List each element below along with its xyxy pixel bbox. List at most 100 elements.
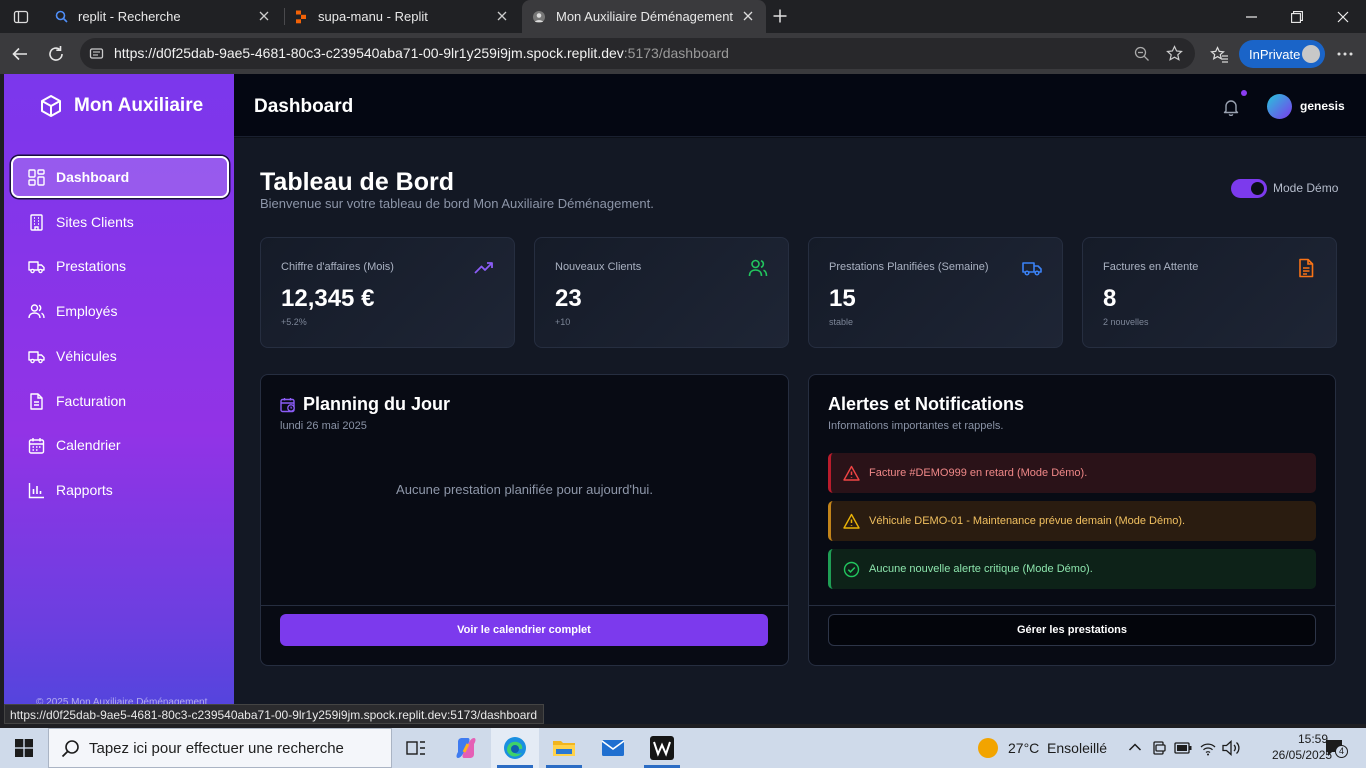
refresh-icon[interactable]: [43, 41, 69, 67]
sidebar-item-employes[interactable]: Employés: [12, 291, 229, 331]
tab-replit-search[interactable]: replit - Recherche: [42, 0, 282, 33]
top-header: Dashboard genesis: [234, 74, 1366, 137]
site-info-icon[interactable]: [89, 46, 104, 61]
tab-actions-icon[interactable]: [8, 4, 34, 30]
chevron-up-icon[interactable]: [1128, 742, 1142, 752]
url-path: :5173/dashboard: [623, 45, 729, 61]
replit-logo-icon: [294, 10, 308, 24]
weather-widget[interactable]: 27°C Ensoleillé: [978, 738, 1107, 758]
sidebar-item-label: Sites Clients: [56, 214, 134, 230]
sidebar-item-prestations[interactable]: Prestations: [12, 246, 229, 286]
stat-card-clients: Nouveaux Clients 23 +10: [534, 237, 789, 348]
minimize-icon[interactable]: [1228, 0, 1274, 33]
stat-label: Nouveaux Clients: [555, 261, 642, 273]
users-icon: [28, 303, 45, 318]
dashboard-icon: [28, 168, 45, 186]
calendar-icon: [28, 437, 45, 454]
page-title: Tableau de Bord: [260, 168, 455, 196]
alert-item-success[interactable]: Aucune nouvelle alerte critique (Mode Dé…: [828, 549, 1316, 589]
alert-text: Véhicule DEMO-01 - Maintenance prévue de…: [869, 515, 1186, 527]
mail-icon[interactable]: [589, 728, 637, 768]
new-tab-plus-icon[interactable]: [767, 3, 793, 29]
wifi-icon[interactable]: [1200, 740, 1216, 756]
warning-triangle-icon: [843, 465, 860, 481]
close-icon[interactable]: [258, 10, 270, 22]
alerts-panel: Alertes et Notifications Informations im…: [808, 374, 1336, 666]
app-window: Mon Auxiliaire Dashboard Sites Clients P…: [4, 74, 1366, 724]
back-arrow-icon[interactable]: [7, 41, 33, 67]
meet-now-icon[interactable]: [1152, 740, 1167, 756]
favorite-star-icon[interactable]: [1166, 45, 1183, 62]
truck-icon: [28, 260, 45, 273]
sidebar-item-rapports[interactable]: Rapports: [12, 470, 229, 510]
file-explorer-icon[interactable]: [540, 728, 588, 768]
alert-item-error[interactable]: Facture #DEMO999 en retard (Mode Démo).: [828, 453, 1316, 493]
users-icon: [748, 259, 768, 277]
search-placeholder: Tapez ici pour effectuer une recherche: [89, 739, 344, 757]
sidebar-item-vehicules[interactable]: Véhicules: [12, 336, 229, 376]
check-circle-icon: [843, 561, 860, 578]
manage-prestations-button[interactable]: Gérer les prestations: [828, 614, 1316, 646]
restore-icon[interactable]: [1274, 0, 1320, 33]
battery-icon[interactable]: [1174, 742, 1192, 754]
tab-mon-auxiliaire[interactable]: Mon Auxiliaire Déménagement: [522, 0, 766, 33]
windows-start-icon[interactable]: [0, 728, 48, 768]
sidebar-item-sites-clients[interactable]: Sites Clients: [12, 202, 229, 242]
browser-tab-strip: replit - Recherche supa-manu - Replit Mo…: [0, 0, 1366, 33]
calendar-clock-icon: [280, 397, 295, 412]
tab-title: replit - Recherche: [78, 9, 181, 24]
sidebar-item-dashboard[interactable]: Dashboard: [11, 156, 229, 198]
truck-icon: [1022, 262, 1042, 276]
app-w-icon[interactable]: [638, 728, 686, 768]
close-window-icon[interactable]: [1320, 0, 1366, 33]
truck-icon: [28, 350, 45, 363]
bar-chart-icon: [28, 482, 44, 498]
taskbar-clock[interactable]: 15:59 26/05/2025: [1272, 731, 1332, 763]
notification-dot: [1241, 90, 1247, 96]
close-icon[interactable]: [742, 10, 754, 22]
app-favicon-icon: [532, 10, 546, 24]
favorites-icon[interactable]: [1206, 41, 1232, 67]
stat-change: +10: [555, 317, 571, 327]
close-icon[interactable]: [496, 10, 508, 22]
edge-browser-icon[interactable]: [491, 728, 539, 768]
user-name[interactable]: genesis: [1300, 99, 1345, 113]
demo-mode-toggle[interactable]: [1231, 179, 1267, 198]
windows-taskbar: Tapez ici pour effectuer une recherche 2…: [0, 728, 1366, 768]
zoom-out-icon[interactable]: [1134, 46, 1150, 62]
box-logo-icon: [41, 95, 61, 117]
url-text: https://d0f25dab-9ae5-4681-80c3-c239540a…: [114, 45, 729, 61]
tab-supa-manu[interactable]: supa-manu - Replit: [284, 0, 520, 33]
inprivate-label: InPrivate: [1249, 46, 1301, 62]
sidebar-item-facturation[interactable]: Facturation: [12, 381, 229, 421]
more-menu-icon[interactable]: [1332, 41, 1358, 67]
panel-divider: [261, 605, 788, 606]
search-icon: [61, 740, 79, 758]
file-text-icon: [1299, 258, 1314, 278]
sidebar: Mon Auxiliaire Dashboard Sites Clients P…: [4, 74, 234, 724]
clock-time: 15:59: [1297, 732, 1328, 746]
copilot-icon[interactable]: [442, 728, 490, 768]
stat-change: +5.2%: [281, 317, 307, 327]
page-subtitle: Bienvenue sur votre tableau de bord Mon …: [260, 196, 654, 211]
notification-center-button[interactable]: 4: [1322, 737, 1348, 759]
taskbar-search-input[interactable]: Tapez ici pour effectuer une recherche: [48, 728, 392, 768]
building-icon: [30, 213, 43, 231]
sidebar-item-calendrier[interactable]: Calendrier: [12, 425, 229, 465]
notification-count: 4: [1335, 745, 1348, 758]
trending-up-icon: [474, 262, 493, 274]
avatar[interactable]: [1267, 94, 1292, 119]
task-view-icon[interactable]: [392, 728, 440, 768]
view-calendar-button[interactable]: Voir le calendrier complet: [280, 614, 768, 646]
bell-icon[interactable]: [1222, 98, 1240, 116]
volume-icon[interactable]: [1222, 740, 1240, 756]
file-icon: [30, 392, 43, 410]
brand[interactable]: Mon Auxiliaire: [39, 94, 203, 118]
sidebar-item-label: Prestations: [56, 258, 127, 274]
planning-date: lundi 26 mai 2025: [280, 420, 367, 432]
address-bar[interactable]: https://d0f25dab-9ae5-4681-80c3-c239540a…: [80, 38, 1195, 69]
inprivate-button[interactable]: InPrivate: [1239, 40, 1325, 68]
planning-title: Planning du Jour: [280, 394, 450, 415]
stat-label: Prestations Planifiées (Semaine): [829, 261, 989, 273]
alert-item-warning[interactable]: Véhicule DEMO-01 - Maintenance prévue de…: [828, 501, 1316, 541]
